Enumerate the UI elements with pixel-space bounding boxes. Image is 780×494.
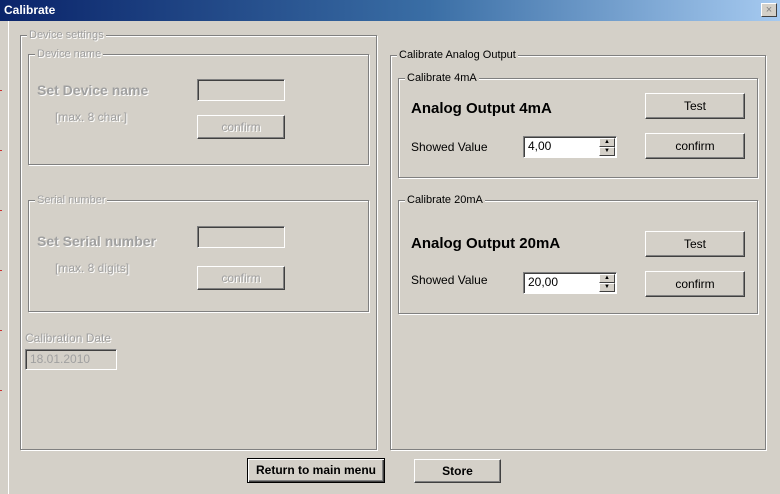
set-serial-number-label: Set Serial number	[37, 233, 157, 249]
showed-value-4ma-label: Showed Value	[411, 140, 488, 154]
spin-up-arrow-icon[interactable]: ▲	[599, 274, 615, 283]
serial-number-legend: Serial number	[35, 193, 108, 207]
test-4ma-button[interactable]: Test	[645, 93, 745, 119]
window-title: Calibrate	[4, 3, 56, 17]
calibrate-dialog: Device settings Device name Set Device n…	[0, 21, 780, 494]
test-20ma-button[interactable]: Test	[645, 231, 745, 257]
showed-value-20ma-spinbox[interactable]: 20,00 ▲ ▼	[523, 272, 617, 294]
showed-value-20ma-label: Showed Value	[411, 273, 488, 287]
showed-value-4ma-input[interactable]: 4,00	[528, 139, 551, 153]
close-icon: ×	[765, 4, 773, 16]
confirm-4ma-button[interactable]: confirm	[645, 133, 745, 159]
confirm-20ma-button[interactable]: confirm	[645, 271, 745, 297]
calibration-date-field: 18.01.2010	[25, 349, 117, 370]
left-accent-marks	[0, 60, 2, 420]
return-to-main-menu-button[interactable]: Return to main menu	[247, 458, 385, 483]
serial-number-group: Serial number Set Serial number [max. 8 …	[28, 193, 369, 312]
showed-value-4ma-spinbox[interactable]: 4,00 ▲ ▼	[523, 136, 617, 158]
device-settings-legend: Device settings	[27, 28, 106, 42]
analog-output-20ma-title: Analog Output 20mA	[411, 235, 561, 252]
set-device-name-label: Set Device name	[37, 82, 149, 98]
calibrate-4ma-group: Calibrate 4mA Analog Output 4mA Test Sho…	[398, 71, 758, 178]
device-settings-group: Device settings Device name Set Device n…	[20, 28, 377, 450]
device-name-confirm-button[interactable]: confirm	[197, 115, 285, 139]
calibration-date-label: Calibration Date	[25, 331, 112, 345]
close-button[interactable]: ×	[761, 3, 777, 17]
spin-up-arrow-icon[interactable]: ▲	[599, 138, 615, 147]
title-bar: Calibrate ×	[0, 0, 780, 21]
calibrate-20ma-legend: Calibrate 20mA	[405, 193, 485, 207]
analog-output-group: Calibrate Analog Output Calibrate 4mA An…	[390, 48, 766, 450]
spin-down-arrow-icon[interactable]: ▼	[599, 147, 615, 156]
spin-down-arrow-icon[interactable]: ▼	[599, 283, 615, 292]
device-name-input[interactable]	[197, 79, 285, 101]
spinner-20ma[interactable]: ▲ ▼	[599, 274, 615, 292]
calibrate-20ma-group: Calibrate 20mA Analog Output 20mA Test S…	[398, 193, 758, 314]
showed-value-20ma-input[interactable]: 20,00	[528, 275, 558, 289]
analog-output-legend: Calibrate Analog Output	[397, 48, 518, 62]
device-name-hint: [max. 8 char.]	[55, 110, 128, 124]
store-button[interactable]: Store	[414, 459, 501, 483]
analog-output-4ma-title: Analog Output 4mA	[411, 100, 552, 117]
serial-number-hint: [max. 8 digits]	[55, 261, 130, 275]
calibrate-4ma-legend: Calibrate 4mA	[405, 71, 479, 85]
serial-number-input[interactable]	[197, 226, 285, 248]
device-name-legend: Device name	[35, 47, 104, 61]
device-name-group: Device name Set Device name [max. 8 char…	[28, 47, 369, 165]
spinner-4ma[interactable]: ▲ ▼	[599, 138, 615, 156]
serial-number-confirm-button[interactable]: confirm	[197, 266, 285, 290]
